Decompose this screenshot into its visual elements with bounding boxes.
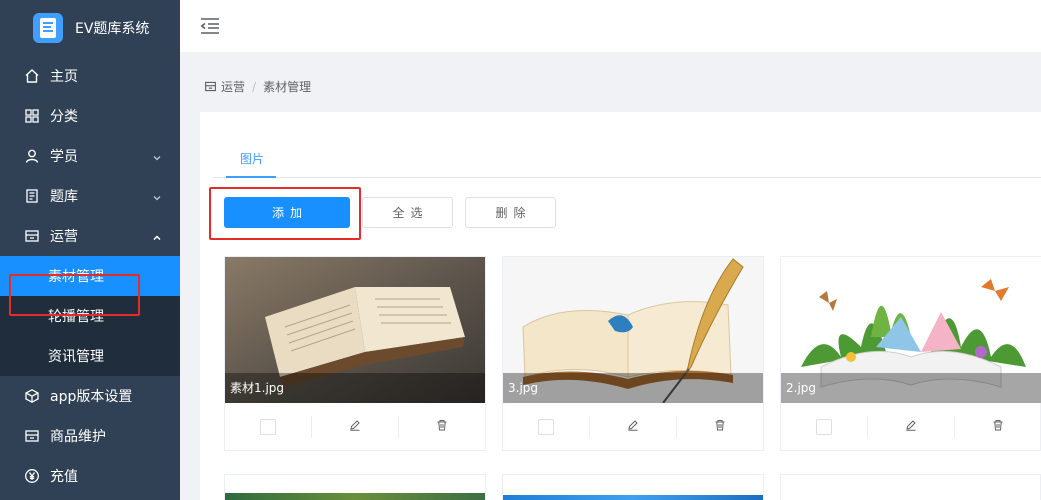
main-panel: 图片 添加 全选 删除 素材1.jpg 3.jpg 2.jpg [200,112,1041,500]
delete-card-button[interactable] [955,416,1041,438]
sidebar-subitem-label: 轮播管理 [48,309,104,325]
edit-icon [905,419,917,435]
trash-icon [714,419,726,435]
material-image-thumbnail[interactable] [503,495,763,500]
sidebar-item-label: 充值 [50,469,78,485]
sidebar-item-label: 题库 [50,189,78,205]
tab-bar: 图片 [213,138,1041,178]
sidebar-menu: 主页 分类 学员 题库 运营 素材管理 轮播管理 资讯管理 app版本设置 商品… [0,56,180,496]
edit-icon [349,419,361,435]
material-card [780,474,1041,500]
sidebar-item-recharge[interactable]: 充值 [0,456,180,496]
app-logo-area[interactable]: EV题库系统 [0,0,180,56]
breadcrumb-parent[interactable]: 运营 [221,78,245,95]
sidebar-item-home[interactable]: 主页 [0,56,180,96]
sidebar-subitem-label: 素材管理 [48,269,104,285]
add-button[interactable]: 添加 [224,197,350,228]
sidebar-item-label: 商品维护 [50,429,106,445]
top-navbar [180,0,1041,52]
home-icon [24,68,40,84]
delete-button[interactable]: 删除 [465,197,556,228]
chevron-up-icon [152,231,162,241]
breadcrumb-separator: / [252,79,257,94]
material-card: 素材1.jpg [224,256,486,451]
delete-card-button[interactable] [677,416,763,438]
cube-icon [24,388,40,404]
collapse-menu-icon[interactable] [200,17,220,35]
sidebar-subitem-materials[interactable]: 素材管理 [0,256,180,296]
operations-icon [204,80,217,93]
select-checkbox[interactable] [538,418,554,435]
card-actions [225,403,485,450]
app-logo-icon [33,13,63,43]
sidebar-item-label: 运营 [50,229,78,245]
sidebar-item-app-version[interactable]: app版本设置 [0,376,180,416]
chevron-down-icon [152,151,162,161]
tab-active-indicator [226,176,276,178]
sidebar-item-label: app版本设置 [50,389,133,405]
sidebar-subitem-carousel[interactable]: 轮播管理 [0,296,180,336]
question-bank-icon [24,188,40,204]
material-card [224,474,486,500]
sidebar-item-students[interactable]: 学员 [0,136,180,176]
select-checkbox[interactable] [260,418,276,435]
breadcrumb: 运营 / 素材管理 [204,78,311,95]
material-image-thumbnail[interactable] [225,493,485,500]
edit-button[interactable] [590,415,677,438]
sidebar-subitem-news[interactable]: 资讯管理 [0,336,180,376]
card-actions [781,403,1041,450]
sidebar-item-label: 学员 [50,149,78,165]
select-all-button[interactable]: 全选 [362,197,453,228]
trash-icon [436,419,448,435]
delete-card-button[interactable] [399,416,485,438]
material-filename: 3.jpg [503,373,763,403]
sidebar-item-operations[interactable]: 运营 [0,216,180,256]
app-title: EV题库系统 [75,21,150,37]
sidebar: EV题库系统 主页 分类 学员 题库 运营 素材管理 轮播管理 资讯管理 app… [0,0,180,500]
material-filename: 2.jpg [781,373,1041,403]
material-filename: 素材1.jpg [225,373,485,403]
sidebar-subitem-label: 资讯管理 [48,349,104,365]
select-checkbox[interactable] [816,418,832,435]
tab-images[interactable]: 图片 [240,150,264,167]
edit-icon [627,419,639,435]
user-icon [24,148,40,164]
sidebar-item-label: 分类 [50,109,78,125]
yen-icon [24,468,40,484]
trash-icon [992,419,1004,435]
edit-button[interactable] [868,415,955,438]
sidebar-item-question-bank[interactable]: 题库 [0,176,180,216]
sidebar-item-label: 主页 [50,69,78,85]
chevron-down-icon [152,191,162,201]
breadcrumb-current: 素材管理 [263,80,312,94]
material-card: 3.jpg [502,256,764,451]
sidebar-item-products[interactable]: 商品维护 [0,416,180,456]
edit-button[interactable] [312,415,399,438]
shop-icon [24,428,40,444]
grid-icon [24,108,40,124]
operations-icon [24,228,40,244]
material-card: 2.jpg [780,256,1041,451]
material-card [502,474,764,500]
card-actions [503,403,763,450]
sidebar-item-category[interactable]: 分类 [0,96,180,136]
